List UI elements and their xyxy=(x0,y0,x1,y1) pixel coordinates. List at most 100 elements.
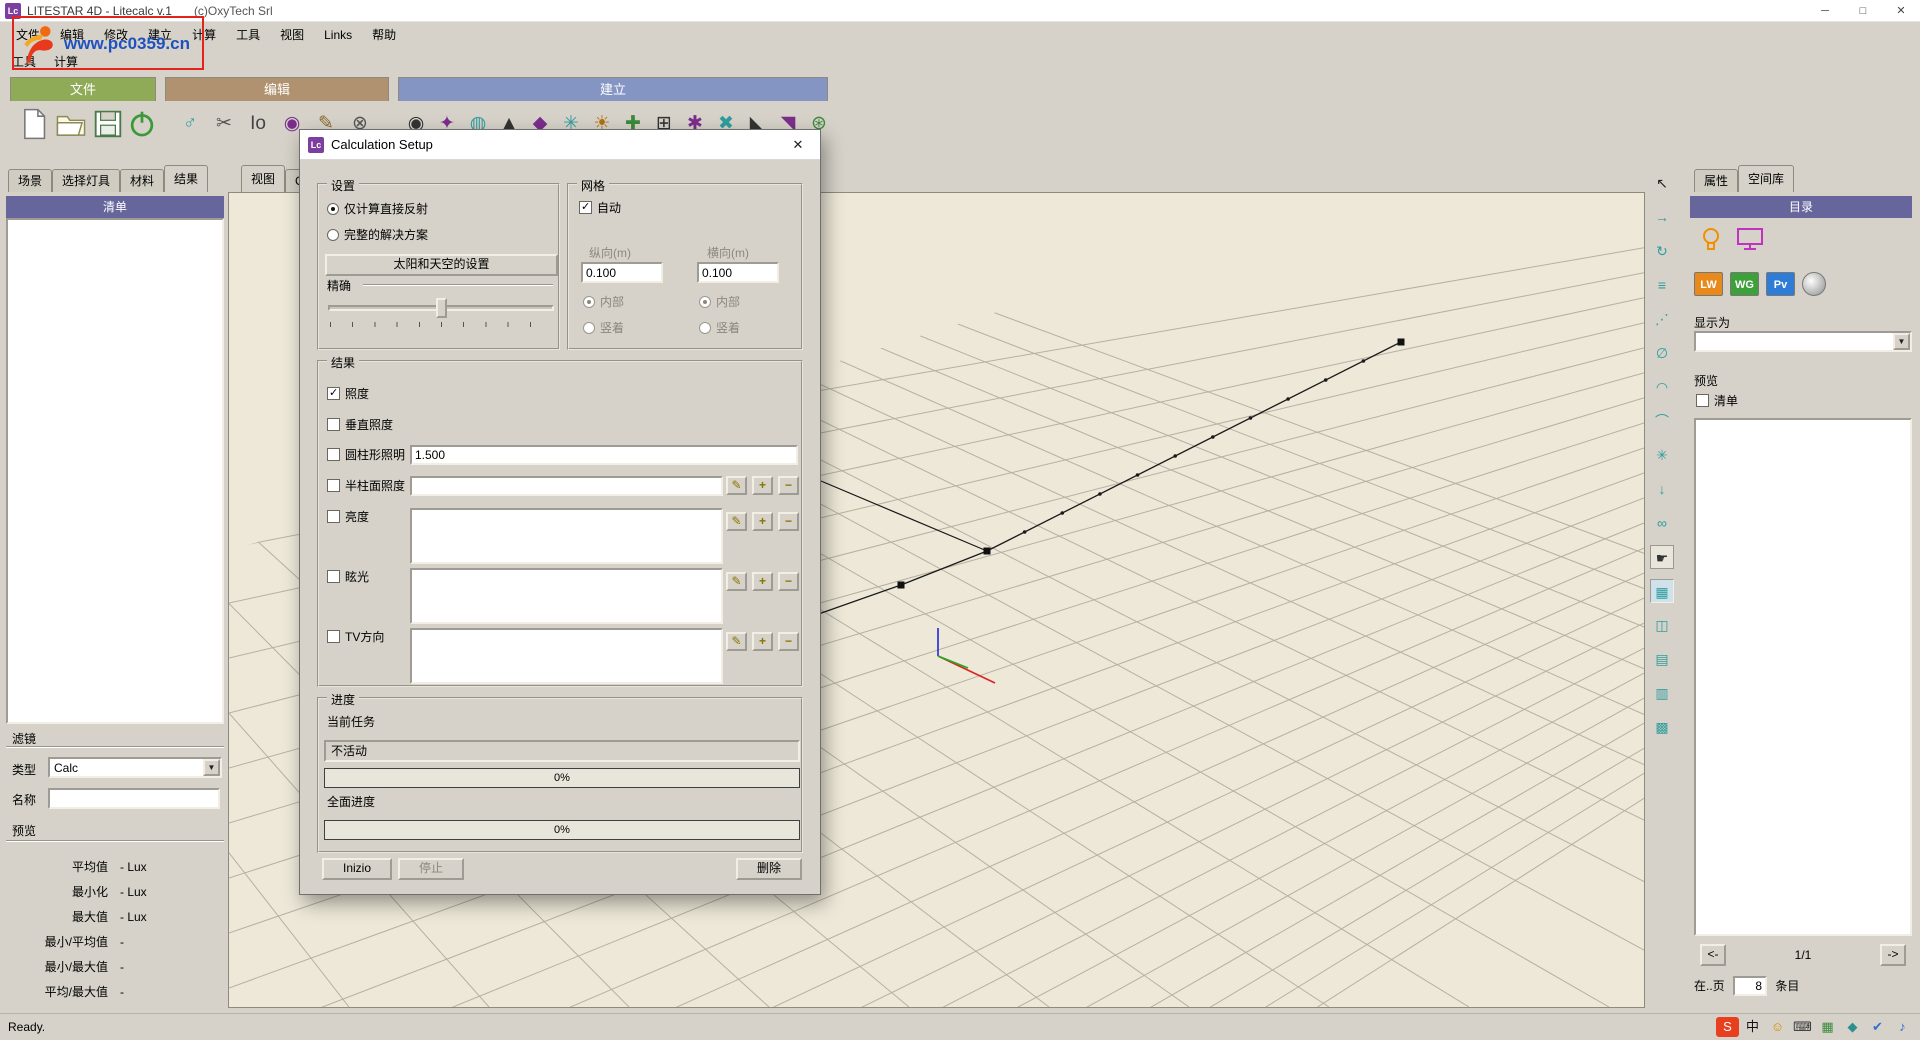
luminance-checkbox[interactable]: 亮度 xyxy=(327,510,369,525)
minimize-button[interactable]: ─ xyxy=(1806,0,1844,22)
start-button[interactable]: Inizio xyxy=(322,858,392,880)
checkbox-icon[interactable] xyxy=(579,201,592,214)
panel-icon[interactable]: ▦ xyxy=(1816,1017,1839,1037)
rotate-view-icon[interactable]: ↻ xyxy=(1650,239,1674,263)
add-item-button[interactable]: + xyxy=(752,476,773,495)
keyboard-icon[interactable]: ⌨ xyxy=(1791,1017,1814,1037)
checkbox-icon[interactable] xyxy=(327,418,340,431)
wg-library-button[interactable]: WG xyxy=(1730,272,1759,296)
sun-sky-settings-button[interactable]: 太阳和天空的设置 xyxy=(325,254,558,276)
io-tool-icon[interactable]: Io xyxy=(246,105,270,143)
menu-item-7[interactable]: Links xyxy=(314,22,362,48)
catalog-list[interactable] xyxy=(1694,418,1912,936)
result-list[interactable] xyxy=(6,218,224,724)
close-button[interactable]: ✕ xyxy=(1882,0,1920,22)
chevron-down-icon[interactable]: ▼ xyxy=(1893,333,1910,350)
add-item-button[interactable]: + xyxy=(752,512,773,531)
edit-list-button[interactable]: ✎ xyxy=(726,476,747,495)
dialog-close-icon[interactable]: ✕ xyxy=(776,130,820,160)
hand-pick-icon[interactable]: ☛ xyxy=(1650,545,1674,569)
type-combo[interactable]: Calc ▼ xyxy=(48,757,222,778)
input-method-icon[interactable]: 中 xyxy=(1741,1017,1764,1037)
new-document-icon[interactable] xyxy=(18,107,50,141)
sphere-icon[interactable] xyxy=(1802,272,1826,296)
checkbox-icon[interactable] xyxy=(327,479,340,492)
ribbon-tab-build[interactable]: 建立 xyxy=(398,77,828,101)
status-diamond-icon[interactable]: ◆ xyxy=(1841,1017,1864,1037)
name-input[interactable] xyxy=(48,788,220,809)
auto-grid-checkbox[interactable]: 自动 xyxy=(579,201,621,216)
catalog-list-checkbox[interactable]: 清单 xyxy=(1696,394,1738,409)
save-icon[interactable] xyxy=(92,107,124,141)
remove-item-button[interactable]: − xyxy=(778,476,799,495)
remove-item-button[interactable]: − xyxy=(778,512,799,531)
check-icon[interactable]: ✔ xyxy=(1866,1017,1889,1037)
menu-item-6[interactable]: 视图 xyxy=(270,22,314,48)
radio-direct-reflection[interactable]: 仅计算直接反射 xyxy=(327,202,428,217)
ribbon-tab-edit[interactable]: 编辑 xyxy=(165,77,389,101)
hatch-view-icon[interactable]: ▩ xyxy=(1650,715,1674,739)
luminance-list[interactable] xyxy=(410,508,723,564)
radio-inner-left[interactable]: 内部 xyxy=(583,295,624,310)
radio-icon[interactable] xyxy=(583,322,595,334)
edit-list-button[interactable]: ✎ xyxy=(726,512,747,531)
sogou-icon[interactable]: S xyxy=(1716,1017,1739,1037)
delete-button[interactable]: 删除 xyxy=(736,858,802,880)
pan-arrow-icon[interactable]: → xyxy=(1650,205,1674,229)
left-panel-tab-0[interactable]: 场景 xyxy=(8,169,52,192)
glare-checkbox[interactable]: 眩光 xyxy=(327,570,369,585)
radio-vertical-left[interactable]: 竖着 xyxy=(583,321,624,336)
radio-icon[interactable] xyxy=(327,229,339,241)
drop-down-icon[interactable]: ↓ xyxy=(1650,477,1674,501)
radio-vertical-right[interactable]: 竖着 xyxy=(699,321,740,336)
power-icon[interactable] xyxy=(126,107,158,141)
add-item-button[interactable]: + xyxy=(752,632,773,651)
glare-list[interactable] xyxy=(410,568,723,624)
checkbox-icon[interactable] xyxy=(327,630,340,643)
radio-full-solution[interactable]: 完整的解决方案 xyxy=(327,228,428,243)
add-item-button[interactable]: + xyxy=(752,572,773,591)
link-tool-icon[interactable]: ∞ xyxy=(1650,511,1674,535)
stop-button[interactable]: 停止 xyxy=(398,858,464,880)
grid-vertical-input[interactable] xyxy=(581,262,663,283)
remove-item-button[interactable]: − xyxy=(778,572,799,591)
grid-fill-icon[interactable]: ▦ xyxy=(1650,579,1674,603)
select-cursor-icon[interactable]: ↖ xyxy=(1650,171,1674,195)
dimension-line-icon[interactable]: ⋰ xyxy=(1650,307,1674,331)
lw-library-button[interactable]: LW xyxy=(1694,272,1723,296)
cylindrical-height-input[interactable] xyxy=(410,445,798,465)
radio-inner-right[interactable]: 内部 xyxy=(699,295,740,310)
checkbox-icon[interactable] xyxy=(327,448,340,461)
pv-library-button[interactable]: Pv xyxy=(1766,272,1795,296)
left-panel-tab-2[interactable]: 材料 xyxy=(120,169,164,192)
arc-tool-icon[interactable]: ⌒ xyxy=(1650,409,1674,433)
checkbox-icon[interactable] xyxy=(327,510,340,523)
checkbox-icon[interactable] xyxy=(1696,394,1709,407)
precision-slider[interactable] xyxy=(328,297,554,329)
radio-icon[interactable] xyxy=(699,296,711,308)
right-panel-tab-0[interactable]: 属性 xyxy=(1694,169,1738,192)
maximize-button[interactable]: □ xyxy=(1844,0,1882,22)
open-folder-icon[interactable] xyxy=(55,107,87,141)
split-view-icon[interactable]: ◫ xyxy=(1650,613,1674,637)
sound-icon[interactable]: ♪ xyxy=(1891,1017,1914,1037)
levels-icon[interactable]: ≡ xyxy=(1650,273,1674,297)
cut-tool-icon[interactable]: ✂ xyxy=(212,105,236,143)
radio-icon[interactable] xyxy=(327,203,339,215)
vertical-illuminance-checkbox[interactable]: 垂直照度 xyxy=(327,418,393,433)
cylindrical-checkbox[interactable]: 圆柱形照明 xyxy=(327,448,405,463)
radio-icon[interactable] xyxy=(583,296,595,308)
grid-horizontal-input[interactable] xyxy=(697,262,779,283)
arc-up-icon[interactable]: ◠ xyxy=(1650,375,1674,399)
semi-cylindrical-input[interactable] xyxy=(410,476,723,496)
emoji-icon[interactable]: ☺ xyxy=(1766,1017,1789,1037)
burst-tool-icon[interactable]: ✳ xyxy=(1650,443,1674,467)
dialog-title-bar[interactable]: Lc Calculation Setup ✕ xyxy=(300,130,820,160)
semi-cylindrical-checkbox[interactable]: 半柱面照度 xyxy=(327,479,405,494)
viewport-tab-0[interactable]: 视图 xyxy=(241,165,285,192)
chevron-down-icon[interactable]: ▼ xyxy=(203,759,220,776)
display-as-combo[interactable]: ▼ xyxy=(1694,331,1912,352)
edit-list-button[interactable]: ✎ xyxy=(726,572,747,591)
checkbox-icon[interactable] xyxy=(327,570,340,583)
left-panel-tab-3[interactable]: 结果 xyxy=(164,165,208,192)
